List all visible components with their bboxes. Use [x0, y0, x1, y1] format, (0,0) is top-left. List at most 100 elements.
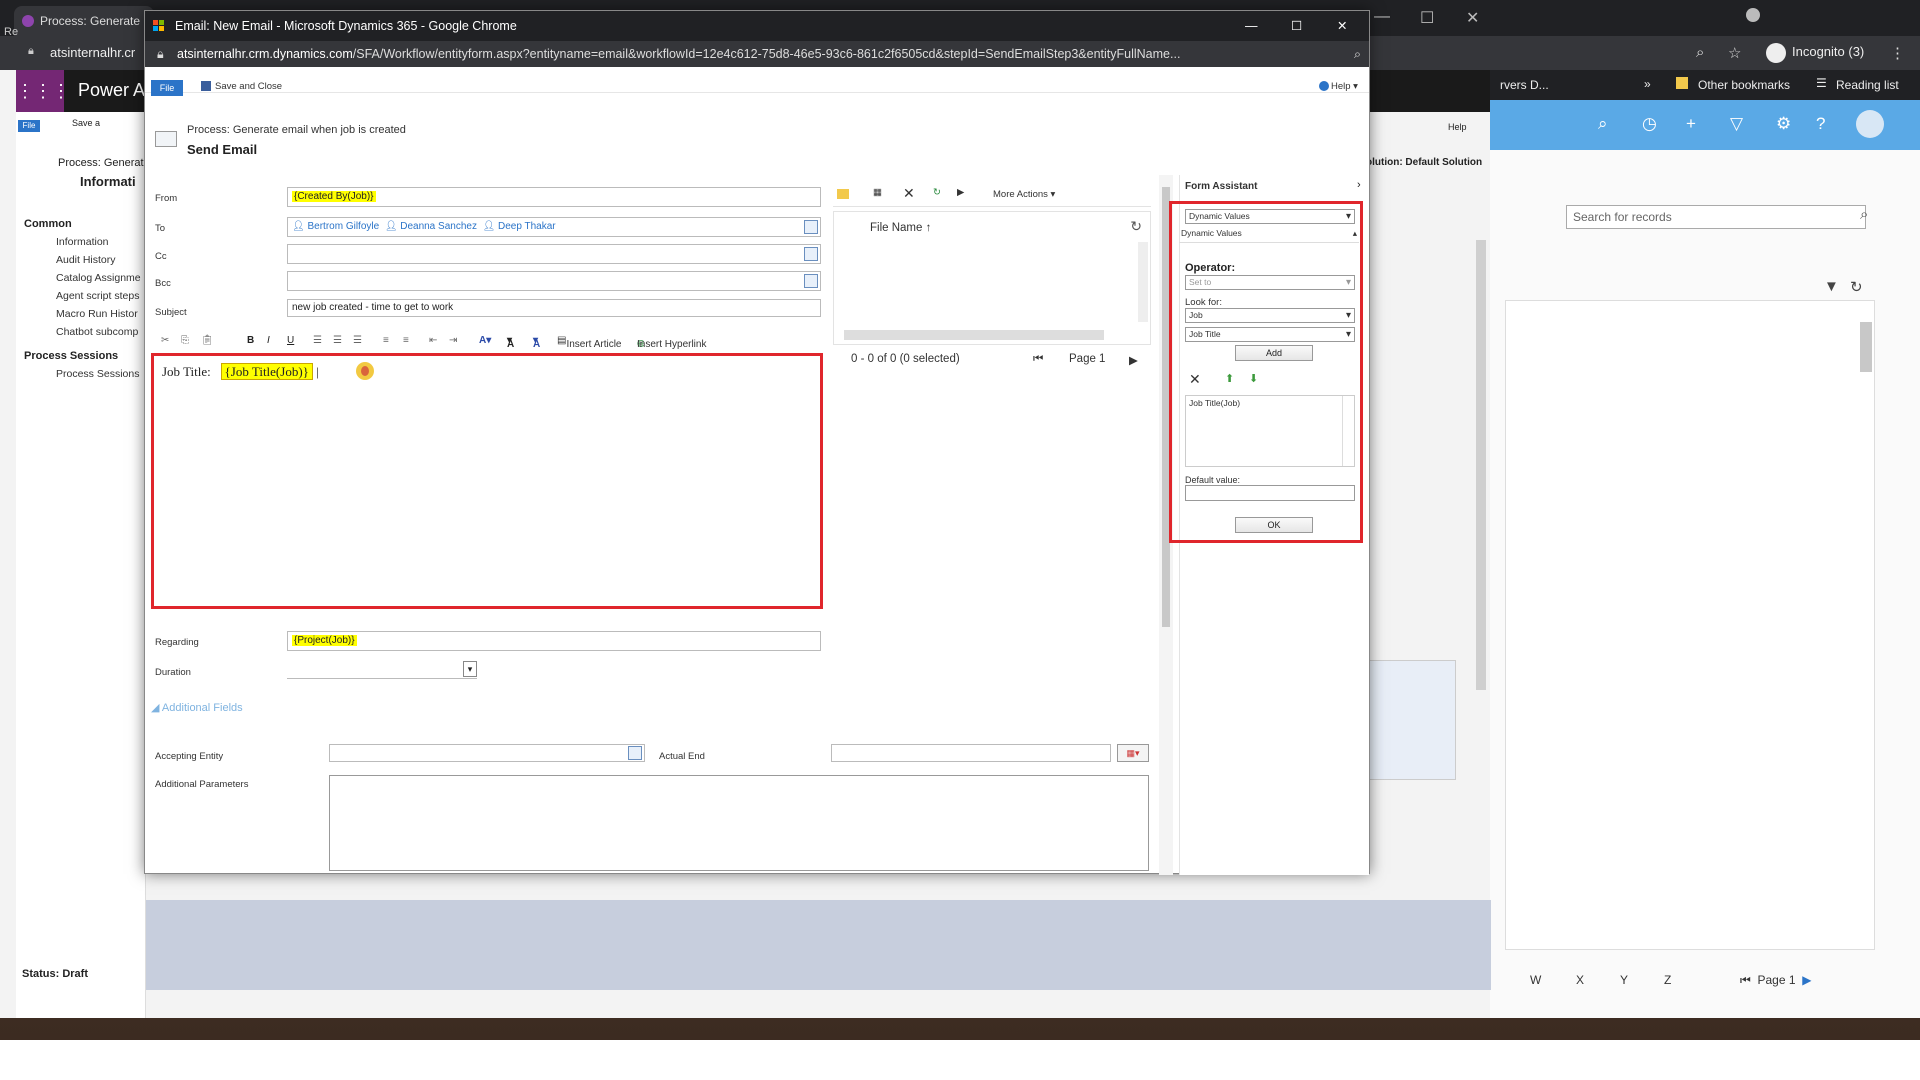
- operator-select[interactable]: Set to: [1185, 275, 1355, 290]
- search-icon[interactable]: ⌕: [1860, 206, 1868, 223]
- chevron-right-icon[interactable]: ›: [1357, 179, 1361, 191]
- underline-button[interactable]: U: [287, 335, 294, 346]
- run-icon[interactable]: ▶: [957, 187, 964, 198]
- plus-icon[interactable]: +: [1686, 114, 1696, 134]
- popup-address-bar[interactable]: 🔒︎ atsinternalhr.crm.dynamics.com/SFA/Wor…: [145, 41, 1369, 67]
- copy-icon[interactable]: ⎘: [181, 335, 189, 346]
- refresh-icon[interactable]: ↻: [1130, 218, 1142, 235]
- avatar[interactable]: [1856, 110, 1884, 138]
- delete-icon[interactable]: ✕: [903, 185, 915, 202]
- letter-x[interactable]: X: [1576, 973, 1584, 987]
- calendar-icon[interactable]: ▦▾: [1117, 744, 1149, 762]
- popup-close-icon[interactable]: ✕: [1337, 11, 1347, 41]
- highlight-icon[interactable]: A▾: [479, 335, 491, 346]
- email-body-editor[interactable]: Job Title: {Job Title(Job)} |: [151, 353, 823, 609]
- accepting-entity-field[interactable]: [329, 744, 645, 762]
- more-actions-button[interactable]: More Actions ▾: [993, 189, 1055, 200]
- bcc-field[interactable]: [287, 271, 821, 291]
- next-page-icon[interactable]: ▶: [1802, 973, 1811, 987]
- sidebar-item-macro[interactable]: Macro Run Histor: [56, 308, 138, 320]
- minimize-icon[interactable]: —: [1374, 8, 1390, 26]
- file-name-column-header[interactable]: File Name ↑: [870, 222, 931, 234]
- align-left-icon[interactable]: ☰: [313, 335, 322, 346]
- refresh-icon[interactable]: ↻: [1850, 278, 1863, 296]
- grid-scrollbar[interactable]: [1860, 322, 1872, 372]
- maximize-icon[interactable]: ☐: [1420, 8, 1434, 28]
- recipient[interactable]: Deanna Sanchez: [400, 221, 477, 232]
- app-launcher-icon[interactable]: ⋮⋮⋮: [16, 70, 70, 112]
- sidebar-item-information[interactable]: Information: [56, 236, 109, 248]
- chevron-down-icon[interactable]: ▾: [463, 661, 477, 677]
- next-page-icon[interactable]: ▶: [1129, 353, 1138, 367]
- search-input[interactable]: Search for records: [1566, 205, 1866, 229]
- refresh-icon[interactable]: ↻: [933, 187, 941, 198]
- list-scrollbar[interactable]: [1342, 396, 1354, 466]
- close-icon[interactable]: ✕: [1466, 8, 1479, 28]
- subject-field[interactable]: new job created - time to get to work: [287, 299, 821, 317]
- actual-end-field[interactable]: [831, 744, 1111, 762]
- sidebar-item-chatbot[interactable]: Chatbot subcomp: [56, 326, 138, 338]
- italic-button[interactable]: I: [267, 335, 270, 346]
- numbered-list-icon[interactable]: ≡: [383, 335, 389, 346]
- outdent-icon[interactable]: ⇤: [429, 335, 437, 346]
- cut-icon[interactable]: ✂: [161, 335, 169, 346]
- sidebar-item-agent[interactable]: Agent script steps: [56, 290, 139, 302]
- remove-icon[interactable]: ✕: [1189, 371, 1201, 388]
- lookup-icon[interactable]: [804, 247, 818, 261]
- recent-icon[interactable]: ◷: [1642, 114, 1657, 134]
- recipient[interactable]: Bertrom Gilfoyle: [307, 221, 379, 232]
- add-button[interactable]: Add: [1235, 345, 1313, 361]
- list-scrollbar[interactable]: [1138, 242, 1148, 322]
- back-pager[interactable]: ⏮︎ Page 1 ▶: [1740, 973, 1811, 988]
- dynamic-values-select[interactable]: Dynamic Values: [1185, 209, 1355, 224]
- bold-button[interactable]: B: [247, 335, 254, 346]
- chevron-up-icon[interactable]: ▴: [1353, 228, 1357, 239]
- align-right-icon[interactable]: ☰: [353, 335, 362, 346]
- filter-icon[interactable]: ▽: [1730, 114, 1743, 134]
- save-and-close-button[interactable]: Save and Close: [201, 81, 282, 92]
- move-down-icon[interactable]: ⬇: [1249, 372, 1258, 385]
- look-for-field-select[interactable]: Job Title: [1185, 327, 1355, 342]
- look-for-entity-select[interactable]: Job: [1185, 308, 1355, 323]
- back-help-link[interactable]: Help: [1448, 122, 1467, 132]
- incognito-badge[interactable]: Incognito (3): [1766, 40, 1864, 64]
- first-page-icon[interactable]: ⏮︎: [1033, 353, 1043, 366]
- filter-icon[interactable]: ▼: [1824, 278, 1839, 295]
- gear-icon[interactable]: ⚙: [1776, 114, 1791, 134]
- back-save-button[interactable]: Save a: [72, 118, 100, 128]
- bookmark-reading[interactable]: Reading list: [1836, 78, 1899, 92]
- sidebar-item-audit[interactable]: Audit History: [56, 254, 116, 266]
- grid-icon[interactable]: ▦: [873, 187, 882, 198]
- list-item[interactable]: Job Title(Job): [1189, 398, 1240, 408]
- letter-y[interactable]: Y: [1620, 973, 1628, 987]
- bookmarks-more[interactable]: »: [1644, 77, 1651, 91]
- sidebar-item-process-sessions[interactable]: Process Sessions: [56, 368, 139, 380]
- bookmark-drivers[interactable]: rvers D...: [1500, 78, 1549, 92]
- popup-maximize-icon[interactable]: ☐: [1291, 11, 1302, 41]
- file-button[interactable]: File: [151, 80, 183, 96]
- background-tab[interactable]: Process: Generate: [14, 6, 154, 36]
- sidebar-item-catalog[interactable]: Catalog Assignme: [56, 272, 141, 284]
- regarding-field[interactable]: {Project(Job)}: [287, 631, 821, 651]
- align-center-icon[interactable]: ☰: [333, 335, 342, 346]
- dynamic-token[interactable]: {Job Title(Job)}: [220, 363, 313, 380]
- dynamic-values-header[interactable]: Dynamic Values ▴: [1181, 228, 1357, 238]
- indent-icon[interactable]: ⇥: [449, 335, 457, 346]
- search-icon[interactable]: ⌕: [1696, 44, 1704, 61]
- more-menu-icon[interactable]: ⋮: [1890, 44, 1905, 62]
- default-value-input[interactable]: [1185, 485, 1355, 501]
- dynamic-values-list[interactable]: Job Title(Job): [1185, 395, 1355, 467]
- profile-dot-icon[interactable]: [1746, 8, 1760, 22]
- letter-z[interactable]: Z: [1664, 973, 1671, 987]
- lookup-icon[interactable]: [804, 274, 818, 288]
- cc-field[interactable]: [287, 244, 821, 264]
- from-field[interactable]: {Created By(Job)}: [287, 187, 821, 207]
- zoom-icon[interactable]: ⌕: [1354, 41, 1361, 67]
- lookup-icon[interactable]: [628, 746, 642, 760]
- font-size-button[interactable]: A ▾: [507, 335, 514, 350]
- background-url[interactable]: atsinternalhr.cr: [50, 45, 135, 60]
- search-icon[interactable]: ⌕: [1598, 114, 1608, 134]
- bullet-list-icon[interactable]: ≡: [403, 335, 409, 346]
- sidebar-header-sessions[interactable]: Process Sessions: [24, 350, 118, 362]
- duration-select[interactable]: ▾: [287, 661, 477, 679]
